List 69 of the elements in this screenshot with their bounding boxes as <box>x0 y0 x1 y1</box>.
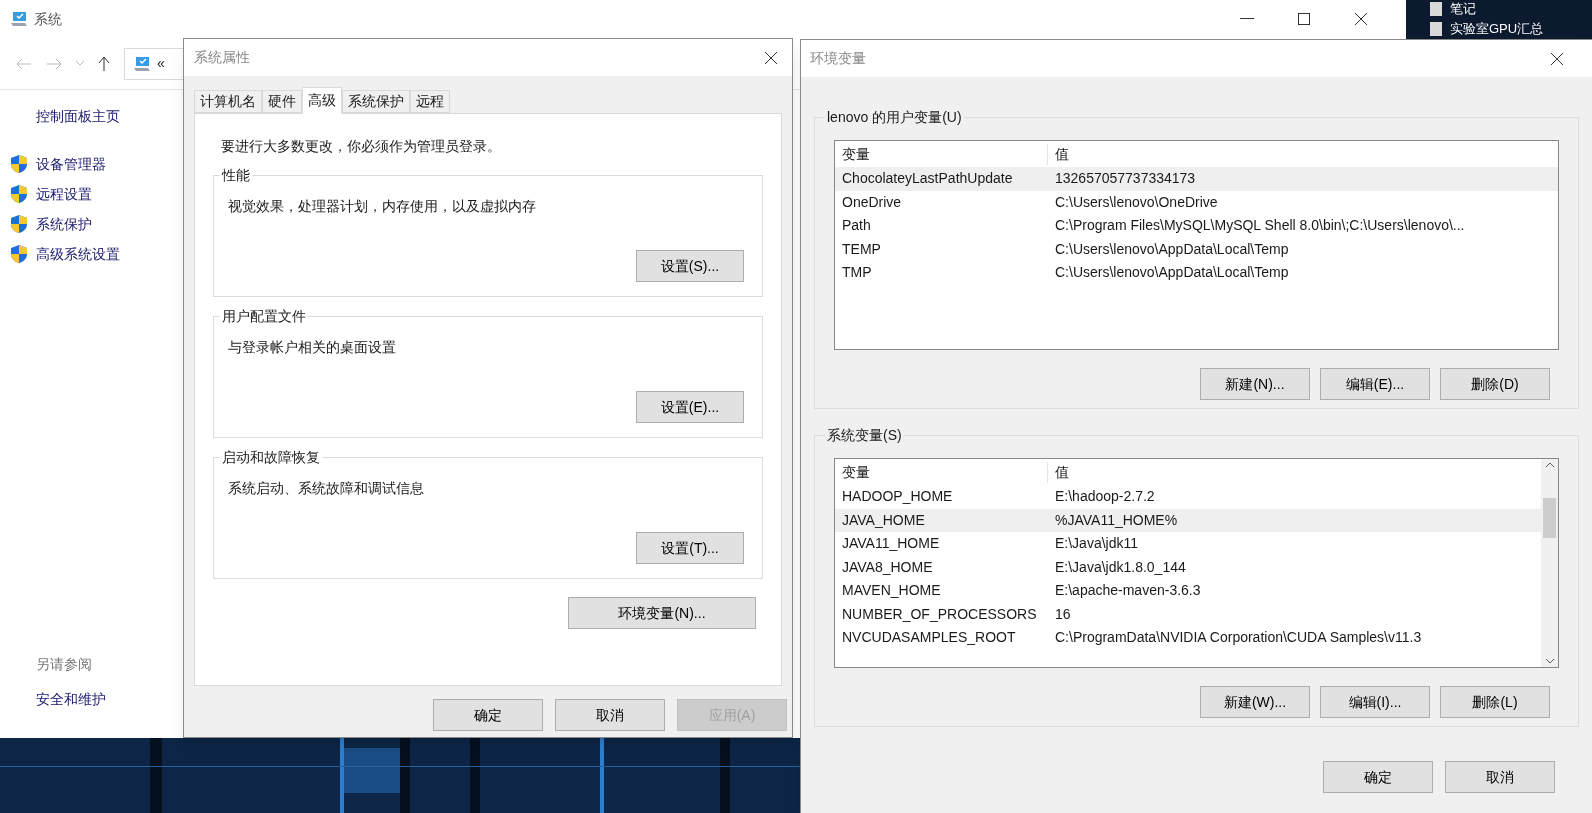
variable-row[interactable]: TEMP C:\Users\lenovo\AppData\Local\Temp <box>835 237 1558 261</box>
tab[interactable]: 硬件 <box>262 90 302 113</box>
minimize-icon[interactable] <box>1240 18 1254 20</box>
column-header[interactable]: 变量 <box>835 143 1048 165</box>
variable-row[interactable]: NVCUDASAMPLES_ROOT C:\ProgramData\NVIDIA Corporation\CUDA Samples\v11.3 <box>835 626 1541 650</box>
shield-icon <box>10 214 28 234</box>
dialog-title: 环境变量 <box>810 49 866 68</box>
dialog-button[interactable]: 删除(L) <box>1440 686 1550 718</box>
close-icon[interactable] <box>764 50 778 65</box>
scrollbar[interactable] <box>1541 459 1558 667</box>
admin-note: 要进行大多数更改，你必须作为管理员登录。 <box>220 137 502 156</box>
maximize-icon[interactable] <box>1298 13 1310 25</box>
sidebar-link[interactable]: 高级系统设置 <box>36 243 120 265</box>
up-icon[interactable] <box>98 55 110 72</box>
scroll-thumb[interactable] <box>1543 498 1556 538</box>
dialog-button[interactable]: 设置(E)... <box>636 391 744 423</box>
dialog-button[interactable]: 删除(D) <box>1440 368 1550 400</box>
column-header[interactable]: 值 <box>1048 143 1069 165</box>
group-description: 视觉效果，处理器计划，内存使用，以及虚拟内存 <box>227 197 537 216</box>
shield-icon <box>10 184 28 204</box>
group-description: 与登录帐户相关的桌面设置 <box>227 338 397 357</box>
variable-row[interactable]: HADOOP_HOME E:\hadoop-2.7.2 <box>835 485 1541 509</box>
computer-icon <box>10 11 28 27</box>
variable-row[interactable]: JAVA11_HOME E:\Java\jdk11 <box>835 532 1541 556</box>
scroll-up-icon[interactable] <box>1544 462 1555 468</box>
group-description: 系统启动、系统故障和调试信息 <box>227 479 425 498</box>
desktop-item-label[interactable]: 实验室GPU汇总 <box>1450 21 1544 37</box>
variable-row[interactable]: Path C:\Program Files\MySQL\MySQL Shell 8.0\bin\;C:\Users\lenovo\... <box>835 214 1558 238</box>
group-title: 启动和故障恢复 <box>220 448 322 466</box>
shield-icon <box>10 244 28 264</box>
sidebar-link[interactable]: 系统保护 <box>36 213 92 235</box>
window-title: 系统 <box>34 9 62 29</box>
shield-icon <box>10 154 28 174</box>
variable-row[interactable]: JAVA8_HOME E:\Java\jdk1.8.0_144 <box>835 555 1541 579</box>
scroll-down-icon[interactable] <box>1544 658 1555 664</box>
dialog-button[interactable]: 确定 <box>1323 761 1433 793</box>
tab[interactable]: 系统保护 <box>342 90 410 113</box>
close-icon[interactable] <box>1354 12 1368 26</box>
variable-row[interactable]: ChocolateyLastPathUpdate 132657057737334173 <box>835 167 1558 191</box>
variable-row[interactable]: OneDrive C:\Users\lenovo\OneDrive <box>835 190 1558 214</box>
sidebar-heading: 另请参阅 <box>36 655 93 674</box>
dialog-button[interactable]: 确定 <box>433 699 543 731</box>
dialog-button[interactable]: 设置(S)... <box>636 250 744 282</box>
group-title: 系统变量(S) <box>825 426 904 444</box>
computer-icon <box>133 55 151 72</box>
close-icon[interactable] <box>1550 51 1564 66</box>
dialog-button[interactable]: 新建(N)... <box>1200 368 1310 400</box>
group-title: lenovo 的用户变量(U) <box>825 108 964 126</box>
column-header[interactable]: 变量 <box>835 461 1048 483</box>
dialog-button[interactable]: 设置(T)... <box>636 532 744 564</box>
dialog-button[interactable]: 编辑(I)... <box>1320 686 1430 718</box>
variable-row[interactable]: NUMBER_OF_PROCESSORS 16 <box>835 602 1541 626</box>
dialog-button[interactable]: 环境变量(N)... <box>568 597 756 629</box>
dialog-button[interactable]: 取消 <box>555 699 665 731</box>
variable-row[interactable]: MAVEN_HOME E:\apache-maven-3.6.3 <box>835 579 1541 603</box>
group-title: 性能 <box>220 166 252 184</box>
sidebar-link[interactable]: 远程设置 <box>36 183 92 205</box>
dialog-button[interactable]: 新建(W)... <box>1200 686 1310 718</box>
variable-row[interactable]: TMP C:\Users\lenovo\AppData\Local\Temp <box>835 261 1558 285</box>
desktop-item-label[interactable]: 笔记 <box>1450 1 1476 17</box>
tab[interactable]: 高级 <box>302 87 342 114</box>
group-title: 用户配置文件 <box>220 307 308 325</box>
sidebar-link[interactable]: 设备管理器 <box>36 153 106 175</box>
dialog-button[interactable]: 编辑(E)... <box>1320 368 1430 400</box>
column-header[interactable]: 值 <box>1048 461 1069 483</box>
variable-row[interactable]: JAVA_HOME %JAVA11_HOME% <box>835 508 1541 532</box>
dialog-button[interactable]: 取消 <box>1445 761 1555 793</box>
tab[interactable]: 计算机名 <box>194 90 262 113</box>
tab[interactable]: 远程 <box>410 90 450 113</box>
